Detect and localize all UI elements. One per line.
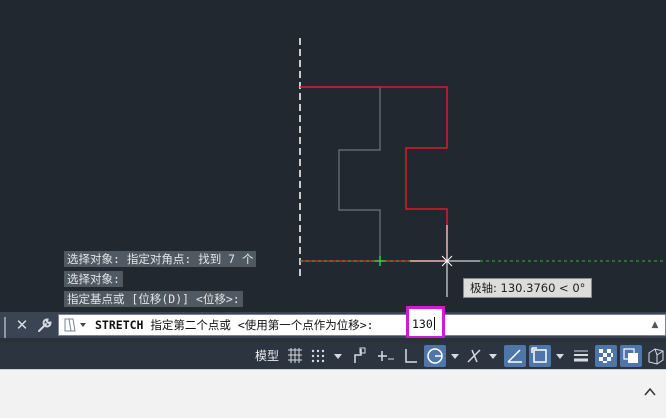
lineweight-icon[interactable] xyxy=(570,345,592,367)
command-value-highlight[interactable]: 130 xyxy=(406,306,445,339)
grid-icon[interactable] xyxy=(285,345,305,367)
selection-cycling-icon[interactable] xyxy=(620,345,642,367)
transparency-icon[interactable] xyxy=(595,345,617,367)
status-bar: 模型 xyxy=(0,343,666,369)
stretched-profile xyxy=(300,86,448,262)
isodraft-icon[interactable] xyxy=(464,345,484,367)
drawing-canvas[interactable]: 选择对象: 指定对角点: 找到 7 个 选择对象: 指定基点或 [位移(D)] … xyxy=(0,0,666,312)
chevron-down-icon[interactable] xyxy=(487,345,499,367)
snap-grid-icon[interactable] xyxy=(308,345,328,367)
chevron-down-icon[interactable] xyxy=(332,345,344,367)
command-line-bar: ✕ STRETCH 指定第二个点或 <使用第一个点作为位移>: 130 ▲ xyxy=(0,306,666,349)
command-prompt: STRETCH 指定第二个点或 <使用第一个点作为位移>: xyxy=(95,315,374,335)
command-prompt-text: 指定第二个点或 <使用第一个点作为位移>: xyxy=(143,318,374,332)
object-snap-icon[interactable] xyxy=(529,345,551,367)
command-value[interactable]: 130 xyxy=(412,317,435,331)
close-icon[interactable]: ✕ xyxy=(14,315,30,335)
ortho-icon[interactable] xyxy=(401,345,421,367)
command-input-field[interactable]: STRETCH 指定第二个点或 <使用第一个点作为位移>: 130 ▲ xyxy=(58,306,666,339)
dynamic-input-icon[interactable] xyxy=(375,345,397,367)
model-space-button[interactable]: 模型 xyxy=(251,345,283,367)
chevron-down-icon[interactable] xyxy=(554,345,566,367)
recent-commands-icon[interactable] xyxy=(61,316,91,334)
command-history-line: 选择对象: xyxy=(64,271,123,287)
chevron-up-icon[interactable] xyxy=(642,384,658,400)
ribbon-collapsed-area xyxy=(0,369,666,418)
polar-tracking-icon[interactable] xyxy=(424,345,446,367)
drag-grip-icon[interactable] xyxy=(4,317,10,349)
command-history-line: 指定基点或 [位移(D)] <位移>: xyxy=(64,291,243,307)
chevron-down-icon[interactable] xyxy=(449,345,461,367)
infer-constraints-icon[interactable] xyxy=(351,345,371,367)
object-snap-tracking-icon[interactable] xyxy=(504,345,526,367)
command-history-line: 选择对象: 指定对角点: 找到 7 个 xyxy=(64,251,257,267)
polar-tooltip: 极轴: 130.3760 < 0° xyxy=(463,278,593,298)
original-profile xyxy=(300,86,381,261)
wrench-icon[interactable] xyxy=(36,316,54,334)
command-name: STRETCH xyxy=(95,318,144,332)
3d-osnap-icon[interactable] xyxy=(645,345,666,367)
scroll-up-icon[interactable]: ▲ xyxy=(649,316,661,334)
